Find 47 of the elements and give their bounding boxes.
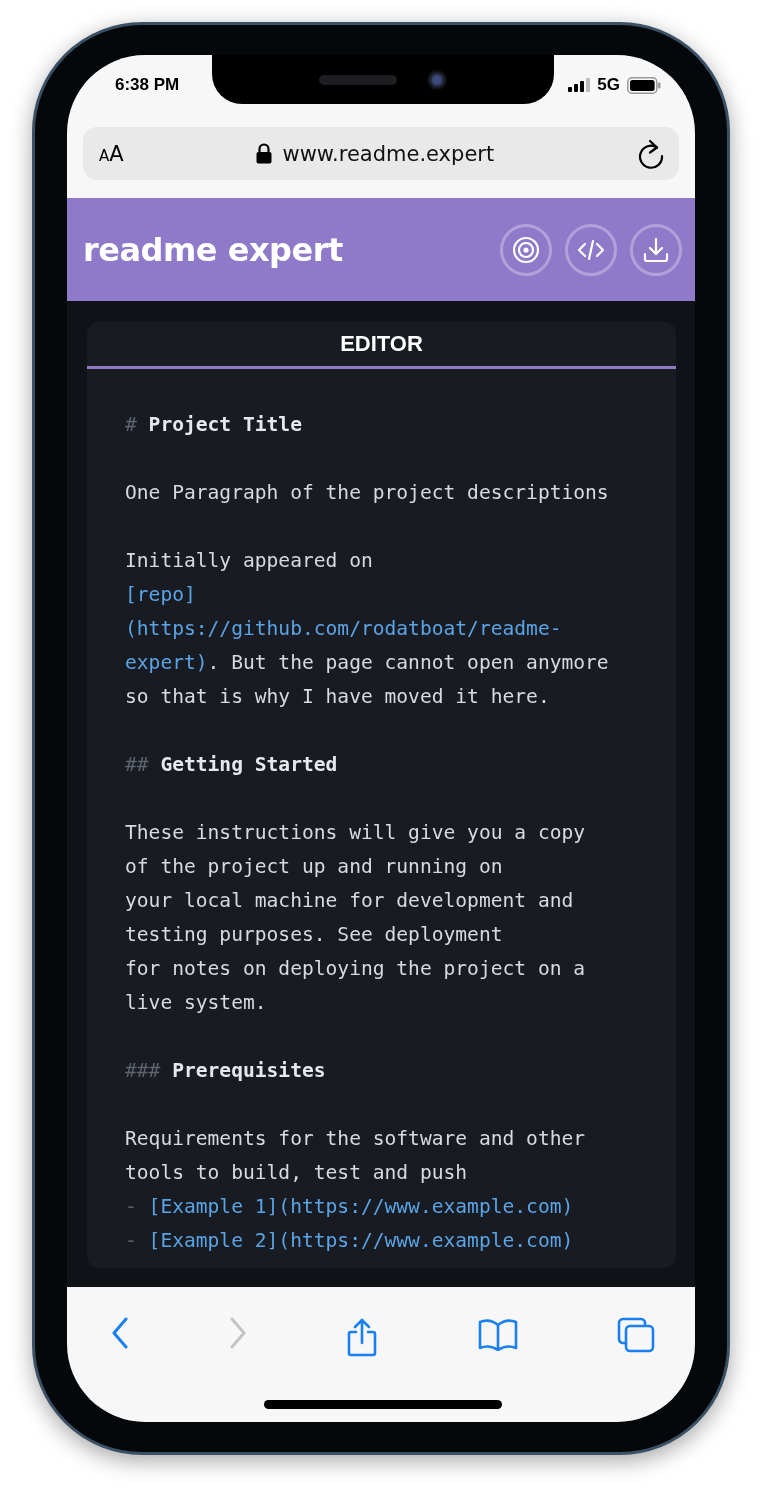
body-text: Requirements for the software and other — [125, 1127, 586, 1150]
download-icon — [643, 236, 669, 263]
link-markup: [Example 1](https://www.example.com) — [147, 1195, 574, 1218]
battery-icon — [627, 76, 661, 94]
tabs-icon — [617, 1317, 655, 1353]
reload-icon[interactable] — [637, 138, 665, 169]
markdown-marker: - — [125, 1229, 137, 1252]
body-text: testing purposes. See deployment — [125, 923, 503, 946]
text-size-button[interactable]: AA — [99, 141, 124, 166]
body-text: tools to build, test and push — [125, 1161, 468, 1184]
heading-text: Getting Started — [159, 753, 338, 776]
body-text: for notes on deploying the project on a — [125, 957, 586, 980]
chevron-left-icon — [111, 1317, 129, 1349]
code-icon — [577, 238, 605, 261]
link-markup: [Example 2](https://www.example.com) — [147, 1229, 574, 1252]
body-text: These instructions will give you a copy — [125, 821, 586, 844]
link-markup: [repo] — [125, 583, 196, 606]
chevron-right-icon — [228, 1317, 247, 1349]
markdown-marker: - — [125, 1195, 137, 1218]
heading-text: Prerequisites — [171, 1059, 326, 1082]
download-button[interactable] — [630, 223, 682, 276]
body-text: live system. — [125, 991, 267, 1014]
editor-tab[interactable]: EDITOR — [87, 322, 676, 369]
body-text: Initially appeared on — [125, 549, 373, 572]
body-text: your local machine for development and — [125, 889, 574, 912]
body-text: One Paragraph of the project descriptions — [125, 481, 609, 504]
book-icon — [477, 1317, 518, 1351]
network-label: 5G — [597, 75, 620, 95]
body-text: of the project up and running on — [125, 855, 503, 878]
body-text: so that is why I have moved it here. — [125, 685, 550, 708]
code-button[interactable] — [565, 223, 617, 276]
markdown-marker: ## — [125, 753, 149, 776]
body-text: . But the page cannot open anymore — [207, 651, 609, 674]
markdown-marker: # — [125, 413, 137, 436]
link-markup: expert) — [125, 651, 208, 674]
target-icon — [512, 235, 540, 264]
lock-icon — [256, 143, 273, 164]
target-button[interactable] — [500, 223, 552, 276]
link-markup: (https://github.com/rodatboat/readme- — [125, 617, 562, 640]
share-icon — [346, 1317, 378, 1357]
url-text: www.readme.expert — [282, 141, 495, 166]
markdown-marker: ### — [125, 1059, 161, 1082]
heading-text: Project Title — [147, 413, 302, 436]
signal-icon — [568, 78, 591, 92]
app-title: readme expert — [83, 230, 343, 269]
address-bar[interactable]: AA www.readme.expert — [83, 127, 679, 180]
status-time: 6:38 PM — [115, 75, 180, 95]
